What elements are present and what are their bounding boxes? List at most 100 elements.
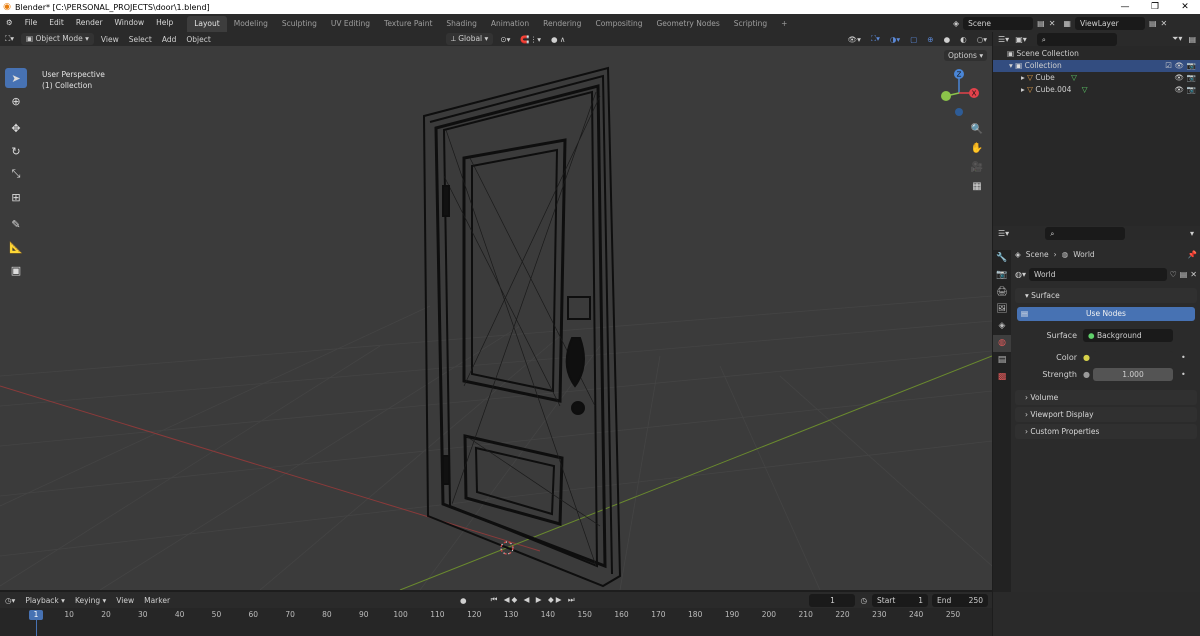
surface-shader-field[interactable]: ● Background [1083, 328, 1173, 342]
overlay-toggle-icon[interactable]: ◑▾ [885, 35, 905, 44]
tab-sculpting[interactable]: Sculpting [275, 16, 324, 32]
menu-window[interactable]: Window [109, 14, 151, 32]
expand-collection-icon[interactable]: ▾ [1009, 61, 1013, 70]
output-tab-icon[interactable]: 🖨 [993, 284, 1011, 301]
camera-icon[interactable]: 🎥 [968, 160, 986, 176]
close-button[interactable]: ✕ [1170, 0, 1200, 14]
object-eye-icon[interactable]: 👁 [1174, 72, 1184, 84]
mode-dropdown[interactable]: ▣ Object Mode ▾ [21, 33, 94, 45]
transform-tool-icon[interactable]: ⊞ [5, 187, 27, 207]
remove-scene-icon[interactable]: ✕ [1049, 19, 1056, 28]
tab-animation[interactable]: Animation [484, 16, 536, 32]
start-frame-field[interactable]: Start 1 [872, 593, 928, 607]
tab-compositing[interactable]: Compositing [588, 16, 649, 32]
snap-icon[interactable]: 🧲⋮▾ [515, 35, 546, 44]
ortho-grid-icon[interactable]: ▦ [968, 179, 986, 195]
collection-checkbox[interactable]: ☑ [1165, 60, 1172, 72]
outliner-collection-row[interactable]: ▾ ▣ Collection ☑ 👁 📷 [993, 60, 1200, 72]
outliner-editor-icon[interactable]: ☰▾ [998, 35, 1009, 44]
measure-tool-icon[interactable]: 📐 [5, 237, 27, 257]
playback-controls[interactable]: ⏮ ◀◆ ◀ ▶ ◆▶ ⏭ [486, 595, 582, 605]
display-mode-icon[interactable]: ▣▾ [1015, 35, 1027, 44]
object-eye-icon[interactable]: 👁 [1174, 84, 1184, 96]
menu-render[interactable]: Render [70, 14, 109, 32]
world-tab-icon[interactable]: ◍ [993, 335, 1011, 352]
annotate-tool-icon[interactable]: ✎ [5, 214, 27, 234]
copy-scene-icon[interactable]: ▤ [1037, 19, 1045, 28]
outliner-scene-collection[interactable]: ▣ Scene Collection [993, 48, 1200, 60]
keyframe-dot-icon[interactable]: • [1181, 370, 1186, 379]
3d-viewport[interactable]: ➤ ⊕ ✥ ↻ ⤡ ⊞ ✎ 📐 ▣ User Perspective (1) C… [0, 46, 992, 590]
color-swatch[interactable] [1093, 350, 1173, 364]
object-camera-icon[interactable]: 📷 [1187, 84, 1196, 96]
scale-tool-icon[interactable]: ⤡ [5, 164, 27, 184]
scene-tab-icon[interactable]: ◈ [993, 318, 1011, 335]
record-button[interactable]: ● [455, 596, 472, 605]
pan-hand-icon[interactable]: ✋ [968, 141, 986, 157]
options-dropdown[interactable]: Options ▾ [944, 50, 988, 61]
minimize-button[interactable]: — [1110, 0, 1140, 14]
filter-icon[interactable]: ⏷▾ [1172, 34, 1182, 44]
zoom-icon[interactable]: 🔍 [968, 122, 986, 138]
shading-wireframe-icon[interactable]: ⊕ [922, 35, 938, 44]
texture-tab-icon[interactable]: ▩ [993, 369, 1011, 386]
panel-custom-properties[interactable]: › Custom Properties [1015, 424, 1197, 439]
orientation-dropdown[interactable]: ⟂ Global ▾ [445, 33, 494, 45]
navigation-gizmo[interactable]: Z X [932, 66, 986, 120]
expand-object-icon[interactable]: ▸ [1021, 85, 1025, 94]
tab-scripting[interactable]: Scripting [727, 16, 774, 32]
add-workspace-button[interactable]: + [774, 16, 794, 32]
cursor-tool-icon[interactable]: ⊕ [5, 91, 27, 111]
menu-edit[interactable]: Edit [43, 14, 70, 32]
menu-view[interactable]: View [96, 35, 124, 44]
menu-keying[interactable]: Keying ▾ [70, 596, 111, 605]
shading-solid-icon[interactable]: ● [939, 35, 956, 44]
collection-tab-icon[interactable]: ▤ [993, 352, 1011, 369]
outliner-search-input[interactable]: ⌕ [1036, 32, 1117, 46]
preview-range-icon[interactable]: ◷ [855, 596, 872, 605]
panel-viewport-display[interactable]: › Viewport Display [1015, 407, 1197, 422]
use-nodes-button[interactable]: ▤ Use Nodes [1017, 307, 1195, 321]
shading-material-icon[interactable]: ◐ [955, 35, 972, 44]
xray-icon[interactable]: ▢ [905, 35, 922, 44]
scene-name-field[interactable]: Scene [963, 16, 1034, 30]
blender-menu-icon[interactable]: ⚙ [0, 14, 19, 32]
strength-field[interactable]: 1.000 [1093, 367, 1173, 381]
copy-view-layer-icon[interactable]: ▤ [1149, 19, 1157, 28]
pivot-icon[interactable]: ⊙▾ [495, 35, 515, 44]
outliner-object-row[interactable]: ▸ ▽ Cube.004 ▽ 👁 📷 [993, 84, 1200, 96]
tool-tab-icon[interactable]: 🔧 [993, 250, 1011, 267]
duplicate-world-icon[interactable]: ▤ [1180, 270, 1188, 279]
properties-search-input[interactable]: ⌕ [1045, 226, 1126, 240]
menu-select[interactable]: Select [124, 35, 157, 44]
proportional-edit-icon[interactable]: ● ∧ [546, 35, 570, 44]
gizmo-toggle-icon[interactable]: ⛶▾ [866, 34, 885, 44]
expand-object-icon[interactable]: ▸ [1021, 73, 1025, 82]
panel-volume[interactable]: › Volume [1015, 390, 1197, 405]
menu-help[interactable]: Help [150, 14, 179, 32]
timeline-ruler[interactable]: 1 10 20 30 40 50 60 70 80 90 100 110 120 130 140 150 160… [0, 608, 992, 636]
add-cube-tool-icon[interactable]: ▣ [5, 260, 27, 280]
menu-playback[interactable]: Playback ▾ [20, 596, 70, 605]
menu-add[interactable]: Add [157, 35, 182, 44]
unlink-world-icon[interactable]: ✕ [1190, 270, 1197, 279]
maximize-button[interactable]: ❐ [1140, 0, 1170, 14]
panel-surface[interactable]: ▾ Surface [1015, 288, 1197, 303]
pin-icon[interactable]: 📌 [1188, 250, 1197, 259]
new-collection-icon[interactable]: ▤ [1188, 35, 1196, 44]
render-tab-icon[interactable]: 📷 [993, 267, 1011, 284]
fake-user-icon[interactable]: ♡ [1170, 270, 1177, 279]
menu-file[interactable]: File [19, 14, 44, 32]
rotate-tool-icon[interactable]: ↻ [5, 141, 27, 161]
tab-texture-paint[interactable]: Texture Paint [377, 16, 439, 32]
tab-modeling[interactable]: Modeling [227, 16, 275, 32]
object-camera-icon[interactable]: 📷 [1187, 72, 1196, 84]
end-frame-field[interactable]: End 250 [932, 593, 988, 607]
tab-shading[interactable]: Shading [439, 16, 483, 32]
menu-timeline-view[interactable]: View [111, 596, 139, 605]
remove-view-layer-icon[interactable]: ✕ [1161, 19, 1168, 28]
strength-socket-icon[interactable]: ● [1083, 370, 1093, 379]
visibility-icon[interactable]: 👁▾ [843, 35, 866, 44]
tab-geometry-nodes[interactable]: Geometry Nodes [649, 16, 726, 32]
view-layer-tab-icon[interactable]: 🖼 [993, 301, 1011, 318]
